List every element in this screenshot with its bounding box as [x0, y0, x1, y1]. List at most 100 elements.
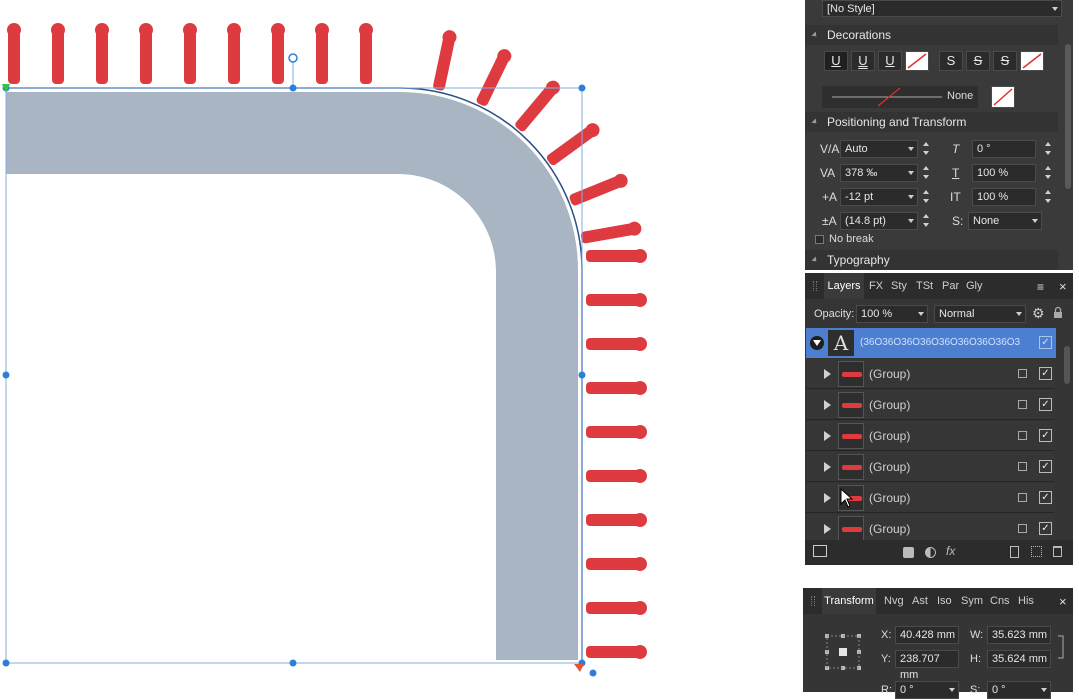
rotation-field[interactable]: 0 °: [895, 681, 959, 699]
layer-row-group[interactable]: (Group) ✓: [806, 390, 1054, 420]
visibility-checkbox[interactable]: ✓: [1039, 398, 1052, 411]
line-color-swatch[interactable]: [991, 86, 1015, 108]
visibility-checkbox[interactable]: ✓: [1039, 429, 1052, 442]
leading-field[interactable]: (14.8 pt): [840, 212, 918, 230]
blend-mode-dropdown[interactable]: Normal: [934, 305, 1026, 323]
h-field[interactable]: 35.624 mm: [987, 650, 1051, 668]
strikethrough-color-swatch[interactable]: [1020, 51, 1044, 71]
tab-transform[interactable]: Transform: [822, 588, 876, 614]
layer-row-group[interactable]: (Group) ✓: [806, 452, 1054, 482]
layers-scrollbar[interactable]: [1064, 346, 1070, 384]
tracking-field[interactable]: 378 ‰: [840, 164, 918, 182]
grid-icon[interactable]: [1031, 546, 1042, 557]
horizontal-scale-field[interactable]: 100 %: [972, 188, 1036, 206]
expand-triangle-icon[interactable]: [824, 524, 831, 534]
new-layer-icon[interactable]: [1010, 546, 1019, 558]
opacity-field[interactable]: 100 %: [856, 305, 928, 323]
underline-single-button[interactable]: U: [824, 51, 848, 71]
tab-glyphs[interactable]: Gly: [966, 273, 983, 299]
layer-row-group[interactable]: (Group) ✓: [806, 359, 1054, 389]
expand-triangle-icon[interactable]: [824, 493, 831, 503]
layer-row-text[interactable]: A (36Ô36Ô36Ô36Ô36Ô36Ô36Ô36Ô36Ô... ✓: [806, 328, 1056, 358]
mask-icon[interactable]: [903, 547, 914, 558]
handle-top-right[interactable]: [578, 84, 586, 92]
layer-options-icon[interactable]: [1018, 493, 1027, 502]
shear-stepper[interactable]: [1044, 140, 1052, 158]
vertical-scale-field[interactable]: 100 %: [972, 164, 1036, 182]
tab-paragraph[interactable]: Par: [942, 273, 959, 299]
handle-top-center[interactable]: [289, 84, 297, 92]
adjustment-icon[interactable]: [925, 547, 936, 558]
no-break-checkbox[interactable]: [815, 235, 824, 244]
tab-constraints[interactable]: Cns: [990, 588, 1010, 614]
baseline-field[interactable]: -12 pt: [840, 188, 918, 206]
gray-band-shape[interactable]: [6, 92, 578, 660]
visibility-checkbox[interactable]: ✓: [1039, 367, 1052, 380]
expand-triangle-icon[interactable]: [824, 400, 831, 410]
tab-isometric[interactable]: Iso: [937, 588, 952, 614]
panel-grip-icon[interactable]: [813, 281, 817, 291]
text-style-dropdown[interactable]: [No Style]: [822, 0, 1062, 17]
handle-bottom-left[interactable]: [2, 659, 10, 667]
document-canvas[interactable]: [0, 0, 805, 692]
baseline-stepper[interactable]: [922, 188, 930, 206]
layers-stack-icon[interactable]: [813, 545, 827, 557]
anchor-point-selector[interactable]: [823, 632, 863, 672]
layer-options-icon[interactable]: [1018, 431, 1027, 440]
tab-text-styles[interactable]: TSt: [916, 273, 933, 299]
collapse-toggle[interactable]: [810, 336, 824, 350]
layer-options-icon[interactable]: [1018, 400, 1027, 409]
fx-icon[interactable]: fx: [946, 544, 955, 558]
visibility-checkbox[interactable]: ✓: [1039, 491, 1052, 504]
handle-middle-right[interactable]: [578, 371, 586, 379]
typography-section-header[interactable]: Typography: [805, 250, 1058, 270]
trash-icon[interactable]: [1053, 546, 1062, 557]
close-icon[interactable]: ×: [1059, 594, 1067, 609]
underline-custom-button[interactable]: U: [878, 51, 902, 71]
tab-layers[interactable]: Layers: [824, 273, 864, 299]
artwork[interactable]: [0, 0, 805, 692]
stretch-dropdown[interactable]: None: [968, 212, 1042, 230]
tab-symbols[interactable]: Sym: [961, 588, 983, 614]
underline-double-button[interactable]: U: [851, 51, 875, 71]
strikethrough-single-button[interactable]: S: [939, 51, 963, 71]
x-field[interactable]: 40.428 mm: [895, 626, 959, 644]
kerning-stepper[interactable]: [922, 140, 930, 158]
path-end-handle[interactable]: [589, 669, 597, 677]
handle-bottom-center[interactable]: [289, 659, 297, 667]
layer-options-icon[interactable]: [1018, 462, 1027, 471]
panel-grip-icon[interactable]: [811, 596, 815, 606]
strikethrough-custom-button[interactable]: S: [993, 51, 1017, 71]
w-field[interactable]: 35.623 mm: [987, 626, 1051, 644]
tab-styles[interactable]: Sty: [891, 273, 907, 299]
vertical-scale-stepper[interactable]: [1044, 164, 1052, 182]
horizontal-scale-stepper[interactable]: [1044, 188, 1052, 206]
tab-assets[interactable]: Ast: [912, 588, 928, 614]
rotation-handle[interactable]: [288, 53, 298, 63]
link-proportions-icon[interactable]: [1056, 634, 1066, 660]
visibility-checkbox[interactable]: ✓: [1039, 460, 1052, 473]
layer-options-icon[interactable]: [1018, 369, 1027, 378]
layer-options-icon[interactable]: [1018, 524, 1027, 533]
character-panel-scrollbar[interactable]: [1065, 44, 1071, 189]
positioning-section-header[interactable]: Positioning and Transform: [805, 112, 1058, 132]
tab-navigator[interactable]: Nvg: [884, 588, 904, 614]
decorations-section-header[interactable]: Decorations: [805, 25, 1058, 45]
expand-triangle-icon[interactable]: [824, 462, 831, 472]
panel-menu-icon[interactable]: ≡: [1037, 280, 1044, 294]
visibility-checkbox[interactable]: ✓: [1039, 336, 1052, 349]
line-style-selector[interactable]: None: [822, 86, 978, 108]
tab-fx[interactable]: FX: [869, 273, 883, 299]
layer-row-group[interactable]: (Group) ✓: [806, 421, 1054, 451]
strikethrough-double-button[interactable]: S: [966, 51, 990, 71]
gear-icon[interactable]: ⚙: [1032, 305, 1045, 322]
shear-transform-field[interactable]: 0 °: [987, 681, 1051, 699]
tab-history[interactable]: His: [1018, 588, 1034, 614]
tracking-stepper[interactable]: [922, 164, 930, 182]
leading-stepper[interactable]: [922, 212, 930, 230]
shear-field[interactable]: 0 °: [972, 140, 1036, 158]
visibility-checkbox[interactable]: ✓: [1039, 522, 1052, 535]
y-field[interactable]: 238.707 mm: [895, 650, 959, 681]
underline-color-swatch[interactable]: [905, 51, 929, 71]
expand-triangle-icon[interactable]: [824, 369, 831, 379]
